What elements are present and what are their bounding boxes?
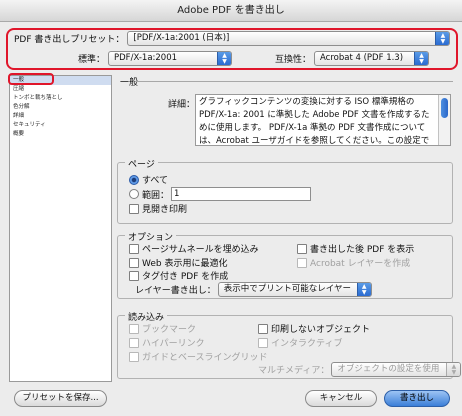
multimedia-popup: オブジェクトの設定を使用 ▲ ▼ xyxy=(331,362,462,377)
standard-value: PDF/X-1a:2001 xyxy=(114,53,178,63)
compat-label: 互換性： xyxy=(275,55,312,65)
hyperlinks-label: ハイパーリンク xyxy=(142,339,205,349)
pages-range-option[interactable]: 範囲： 1 xyxy=(129,187,312,201)
radio-selected-icon[interactable] xyxy=(129,174,139,185)
sidebar-item-output[interactable]: 色分解 xyxy=(10,103,111,112)
optimize-web-option[interactable]: Web 表示用に最適化 xyxy=(129,256,227,269)
guides-option: ガイドとベースライングリッド xyxy=(129,350,268,363)
sidebar-highlight-frame xyxy=(8,73,54,85)
multimedia-label: マルチメディア： xyxy=(258,366,330,376)
export-pdf-dialog: Adobe PDF を書き出し PDF 書き出しプリセット： [PDF/X-1a… xyxy=(0,0,462,416)
category-sidebar: 一般 圧縮 トンボと裁ち落とし 色分解 詳細 セキュリティ 概要 xyxy=(9,75,112,382)
checkbox-icon[interactable] xyxy=(258,323,268,334)
sidebar-item-summary[interactable]: 概要 xyxy=(10,130,111,139)
standard-popup[interactable]: PDF/X-1a:2001 ▲ ▼ xyxy=(108,51,233,66)
checkbox-icon[interactable] xyxy=(129,270,139,281)
checkbox-icon[interactable] xyxy=(129,203,139,214)
spreads-label: 見開き印刷 xyxy=(142,205,188,215)
pages-all-label: すべて xyxy=(142,176,169,186)
interactive-label: インタラクティブ xyxy=(271,339,343,349)
radio-icon[interactable] xyxy=(129,189,139,199)
checkbox-disabled-icon xyxy=(129,351,139,362)
tagged-pdf-option[interactable]: タグ付き PDF を作成 xyxy=(129,269,228,282)
multimedia-row: マルチメディア： オブジェクトの設定を使用 ▲ ▼ xyxy=(258,362,462,377)
create-layers-label: Acrobat レイヤーを作成 xyxy=(310,259,411,269)
description-scrollbar[interactable] xyxy=(438,95,450,145)
multimedia-value: オブジェクトの設定を使用 xyxy=(337,364,440,374)
pages-all-option[interactable]: すべて xyxy=(129,173,168,186)
checkbox-disabled-icon xyxy=(258,337,268,348)
checkbox-icon[interactable] xyxy=(297,243,307,254)
checkbox-icon[interactable] xyxy=(129,243,139,254)
export-layers-row: レイヤー書き出し： 表示中でプリント可能なレイヤー ▲ ▼ xyxy=(135,282,372,297)
optimize-web-label: Web 表示用に最適化 xyxy=(142,259,228,269)
preset-popup[interactable]: [PDF/X-1a:2001 (日本)] ▲ ▼ xyxy=(127,31,451,46)
sidebar-item-compression[interactable]: 圧縮 xyxy=(10,85,111,94)
pages-range-field[interactable]: 1 xyxy=(171,187,312,201)
popup-arrows-icon: ▲ ▼ xyxy=(414,52,429,65)
create-layers-option: Acrobat レイヤーを作成 xyxy=(297,256,410,269)
save-preset-button[interactable]: プリセットを保存... xyxy=(14,390,107,407)
pages-group-title: ページ xyxy=(125,157,158,170)
sidebar-item-marks-bleeds[interactable]: トンボと裁ち落とし xyxy=(10,94,111,103)
view-after-label: 書き出した後 PDF を表示 xyxy=(310,245,415,255)
checkbox-disabled-icon xyxy=(129,337,139,348)
export-layers-popup[interactable]: 表示中でプリント可能なレイヤー ▲ ▼ xyxy=(217,282,372,297)
bookmarks-option: ブックマーク xyxy=(129,322,196,335)
view-after-option[interactable]: 書き出した後 PDF を表示 xyxy=(297,242,414,255)
compat-value: Acrobat 4 (PDF 1.3) xyxy=(320,53,404,63)
pages-range-label: 範囲： xyxy=(142,190,170,201)
standard-label: 標準： xyxy=(78,55,106,65)
embed-thumbs-option[interactable]: ページサムネールを埋め込み xyxy=(129,242,259,255)
description-label: 詳細： xyxy=(168,100,196,110)
bookmarks-label: ブックマーク xyxy=(142,325,197,335)
embed-thumbs-label: ページサムネールを埋め込み xyxy=(142,245,259,255)
guides-label: ガイドとベースライングリッド xyxy=(142,353,268,363)
preset-value: [PDF/X-1a:2001 (日本)] xyxy=(133,33,230,43)
popup-arrows-icon: ▲ ▼ xyxy=(356,283,371,296)
popup-arrows-icon: ▲ ▼ xyxy=(435,32,450,45)
checkbox-disabled-icon xyxy=(129,323,139,334)
sidebar-item-advanced[interactable]: 詳細 xyxy=(10,112,111,121)
panel-divider xyxy=(135,81,453,82)
scroll-thumb[interactable] xyxy=(441,98,448,118)
nonprinting-option[interactable]: 印刷しないオブジェクト xyxy=(258,322,370,335)
description-text: グラフィックコンテンツの変換に対する ISO 標準規格の PDF/X-1a: 2… xyxy=(199,97,430,146)
hyperlinks-option: ハイパーリンク xyxy=(129,336,205,349)
compat-popup[interactable]: Acrobat 4 (PDF 1.3) ▲ ▼ xyxy=(314,51,430,66)
tagged-pdf-label: タグ付き PDF を作成 xyxy=(142,272,229,282)
checkbox-icon[interactable] xyxy=(129,257,139,268)
window-title: Adobe PDF を書き出し xyxy=(0,0,462,22)
export-layers-label: レイヤー書き出し： xyxy=(135,286,216,296)
export-button[interactable]: 書き出し xyxy=(384,390,450,407)
export-layers-value: 表示中でプリント可能なレイヤー xyxy=(223,284,351,294)
standard-row: 標準： PDF/X-1a:2001 ▲ ▼ xyxy=(78,51,233,66)
description-box[interactable]: グラフィックコンテンツの変換に対する ISO 標準規格の PDF/X-1a: 2… xyxy=(195,94,451,146)
sidebar-item-security[interactable]: セキュリティ xyxy=(10,121,111,130)
cancel-button[interactable]: キャンセル xyxy=(305,390,377,407)
preset-row: PDF 書き出しプリセット： [PDF/X-1a:2001 (日本)] ▲ ▼ xyxy=(14,31,451,46)
spreads-option[interactable]: 見開き印刷 xyxy=(129,202,187,215)
checkbox-disabled-icon xyxy=(297,257,307,268)
popup-arrows-icon: ▲ ▼ xyxy=(446,363,461,376)
compat-row: 互換性： Acrobat 4 (PDF 1.3) ▲ ▼ xyxy=(275,51,430,66)
popup-arrows-icon: ▲ ▼ xyxy=(217,52,232,65)
nonprinting-label: 印刷しないオブジェクト xyxy=(271,325,371,335)
interactive-option: インタラクティブ xyxy=(258,336,342,349)
preset-label: PDF 書き出しプリセット： xyxy=(14,35,125,45)
